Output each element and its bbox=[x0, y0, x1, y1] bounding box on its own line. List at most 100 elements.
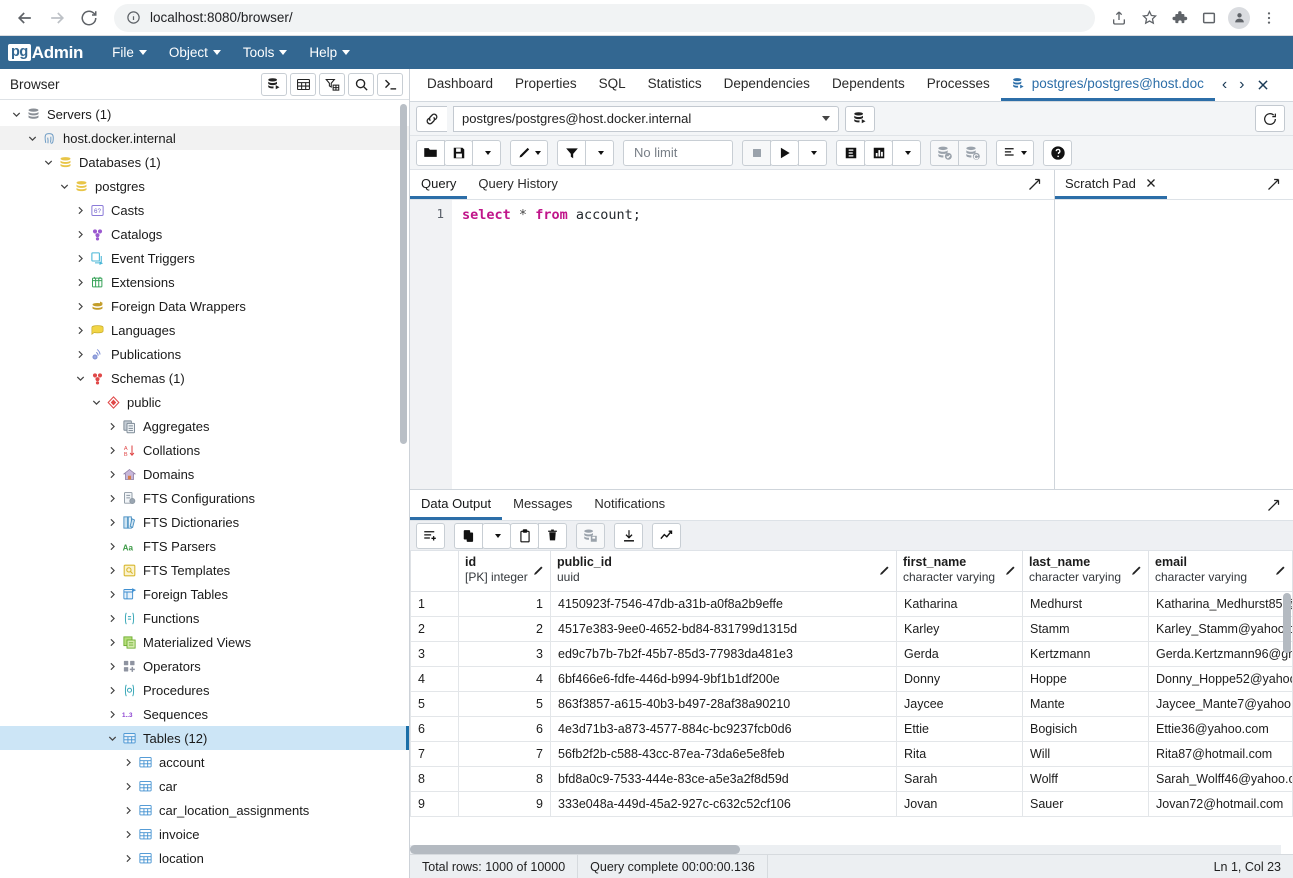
cell-email[interactable]: Jaycee_Mante7@yahoo.com bbox=[1148, 690, 1293, 717]
tree-node-aggregates[interactable]: Aggregates bbox=[0, 414, 409, 438]
cell-last_name[interactable]: Kertzmann bbox=[1022, 640, 1149, 667]
chevron-right-icon[interactable] bbox=[120, 757, 136, 768]
chevron-right-icon[interactable] bbox=[104, 661, 120, 672]
tab-close-icon[interactable] bbox=[1251, 78, 1275, 92]
chevron-right-icon[interactable] bbox=[104, 469, 120, 480]
cell-email[interactable]: Rita87@hotmail.com bbox=[1148, 740, 1293, 767]
download-csv-button[interactable] bbox=[614, 522, 643, 549]
cell-email[interactable]: Katharina_Medhurst85@hotmail.com bbox=[1148, 590, 1293, 617]
connection-select[interactable]: postgres/postgres@host.docker.internal bbox=[453, 105, 839, 132]
cell-email[interactable]: Sarah_Wolff46@yahoo.com bbox=[1148, 765, 1293, 792]
tab-query[interactable]: Query bbox=[410, 170, 468, 199]
chevron-right-icon[interactable] bbox=[72, 277, 88, 288]
cell-public_id[interactable]: 863f3857-a615-40b3-b497-28af38a90210 bbox=[550, 690, 897, 717]
tree-node-account[interactable]: account bbox=[0, 750, 409, 774]
tab-messages[interactable]: Messages bbox=[502, 490, 583, 520]
tree-node-public[interactable]: public bbox=[0, 390, 409, 414]
sql-editor[interactable]: 1 select * from account; bbox=[410, 200, 1054, 489]
profile-avatar-icon[interactable] bbox=[1225, 4, 1253, 32]
chevron-right-icon[interactable] bbox=[120, 805, 136, 816]
side-panel-icon[interactable] bbox=[1195, 4, 1223, 32]
chevron-right-icon[interactable] bbox=[104, 517, 120, 528]
address-bar[interactable]: localhost:8080/browser/ bbox=[114, 3, 1095, 32]
menu-file[interactable]: File bbox=[101, 36, 158, 69]
tree-scrollbar[interactable] bbox=[400, 104, 407, 444]
explain-menu-button[interactable] bbox=[892, 139, 921, 166]
cell-last_name[interactable]: Medhurst bbox=[1022, 590, 1149, 617]
cell-first_name[interactable]: Jaycee bbox=[896, 690, 1023, 717]
chrome-menu-icon[interactable] bbox=[1255, 4, 1283, 32]
expand-diagonal-icon[interactable] bbox=[1254, 170, 1293, 199]
cell-id[interactable]: 1 bbox=[458, 590, 551, 617]
site-info-icon[interactable] bbox=[126, 10, 141, 25]
cell-first_name[interactable]: Jovan bbox=[896, 790, 1023, 817]
back-arrow-icon[interactable] bbox=[10, 3, 40, 33]
expand-diagonal-icon[interactable] bbox=[1015, 170, 1054, 199]
table-row[interactable]: 5 5 863f3857-a615-40b3-b497-28af38a90210 Ja… bbox=[410, 690, 1293, 717]
chevron-down-icon[interactable] bbox=[88, 397, 104, 408]
table-row[interactable]: 9 9 333e048a-449d-45a2-927c-c632c52cf106 Jo… bbox=[410, 790, 1293, 817]
column-header-id[interactable]: id [PK] integer bbox=[458, 551, 551, 592]
copy-button[interactable] bbox=[454, 522, 483, 549]
tab-properties[interactable]: Properties bbox=[504, 69, 588, 101]
cell-first_name[interactable]: Katharina bbox=[896, 590, 1023, 617]
tree-node-event-triggers[interactable]: Event Triggers bbox=[0, 246, 409, 270]
filter-menu-button[interactable] bbox=[585, 139, 614, 166]
tab-notifications[interactable]: Notifications bbox=[583, 490, 676, 520]
tree-node-functions[interactable]: Functions bbox=[0, 606, 409, 630]
tree-node-databases-1[interactable]: Databases (1) bbox=[0, 150, 409, 174]
table-row[interactable]: 2 2 4517e383-9ee0-4652-bd84-831799d1315d Ka… bbox=[410, 615, 1293, 642]
save-menu-button[interactable] bbox=[472, 139, 501, 166]
macros-button[interactable] bbox=[996, 139, 1034, 166]
column-header-email[interactable]: email character varying bbox=[1148, 551, 1293, 592]
chevron-right-icon[interactable] bbox=[72, 301, 88, 312]
column-header-last_name[interactable]: last_name character varying bbox=[1022, 551, 1149, 592]
tree-node-fts-dictionaries[interactable]: FTS Dictionaries bbox=[0, 510, 409, 534]
tab-dependencies[interactable]: Dependencies bbox=[713, 69, 821, 101]
chevron-right-icon[interactable] bbox=[72, 253, 88, 264]
chevron-right-icon[interactable] bbox=[104, 637, 120, 648]
tab-statistics[interactable]: Statistics bbox=[637, 69, 713, 101]
table-row[interactable]: 3 3 ed9c7b7b-7b2f-45b7-85d3-77983da481e3 Ge… bbox=[410, 640, 1293, 667]
tree-node-foreign-data-wrappers[interactable]: Foreign Data Wrappers bbox=[0, 294, 409, 318]
tree-node-fts-parsers[interactable]: Aa FTS Parsers bbox=[0, 534, 409, 558]
cell-public_id[interactable]: ed9c7b7b-7b2f-45b7-85d3-77983da481e3 bbox=[550, 640, 897, 667]
cell-last_name[interactable]: Mante bbox=[1022, 690, 1149, 717]
stop-query-button[interactable] bbox=[742, 139, 771, 166]
explain-analyze-button[interactable] bbox=[864, 139, 893, 166]
chevron-right-icon[interactable] bbox=[104, 445, 120, 456]
cell-public_id[interactable]: 4150923f-7546-47db-a31b-a0f8a2b9effe bbox=[550, 590, 897, 617]
chevron-down-icon[interactable] bbox=[104, 733, 120, 744]
chevron-right-icon[interactable] bbox=[120, 781, 136, 792]
cell-id[interactable]: 5 bbox=[458, 690, 551, 717]
execute-menu-button[interactable] bbox=[798, 139, 827, 166]
help-button[interactable] bbox=[1043, 139, 1072, 166]
tab-query-tool-session[interactable]: postgres/postgres@host.doc bbox=[1000, 69, 1215, 101]
tree-node-extensions[interactable]: Extensions bbox=[0, 270, 409, 294]
add-row-button[interactable] bbox=[416, 522, 445, 549]
cell-id[interactable]: 2 bbox=[458, 615, 551, 642]
cell-id[interactable]: 9 bbox=[458, 790, 551, 817]
tree-node-publications[interactable]: Publications bbox=[0, 342, 409, 366]
tree-node-tables-12[interactable]: Tables (12) bbox=[0, 726, 409, 750]
tree-node-languages[interactable]: Languages bbox=[0, 318, 409, 342]
cell-first_name[interactable]: Sarah bbox=[896, 765, 1023, 792]
cell-email[interactable]: Karley_Stamm@yahoo.com bbox=[1148, 615, 1293, 642]
share-icon[interactable] bbox=[1105, 4, 1133, 32]
tree-node-materialized-views[interactable]: Materialized Views bbox=[0, 630, 409, 654]
grid-horizontal-scrollbar[interactable] bbox=[410, 845, 1281, 854]
chevron-right-icon[interactable] bbox=[104, 493, 120, 504]
cell-first_name[interactable]: Ettie bbox=[896, 715, 1023, 742]
tab-dependents[interactable]: Dependents bbox=[821, 69, 916, 101]
cell-last_name[interactable]: Wolff bbox=[1022, 765, 1149, 792]
chevron-right-icon[interactable] bbox=[104, 709, 120, 720]
chevron-right-icon[interactable] bbox=[104, 541, 120, 552]
chevron-right-icon[interactable] bbox=[72, 205, 88, 216]
tree-node-car[interactable]: car bbox=[0, 774, 409, 798]
row-limit-select[interactable]: No limit bbox=[623, 139, 733, 166]
table-row[interactable]: 4 4 6bf466e6-fdfe-446d-b994-9bf1b1df200e Do… bbox=[410, 665, 1293, 692]
connection-link-icon[interactable] bbox=[416, 105, 447, 132]
tab-prev-button[interactable]: ‹ bbox=[1217, 76, 1232, 94]
execute-query-button[interactable] bbox=[770, 139, 799, 166]
table-row[interactable]: 7 7 56fb2f2b-c588-43cc-87ea-73da6e5e8feb Ri… bbox=[410, 740, 1293, 767]
